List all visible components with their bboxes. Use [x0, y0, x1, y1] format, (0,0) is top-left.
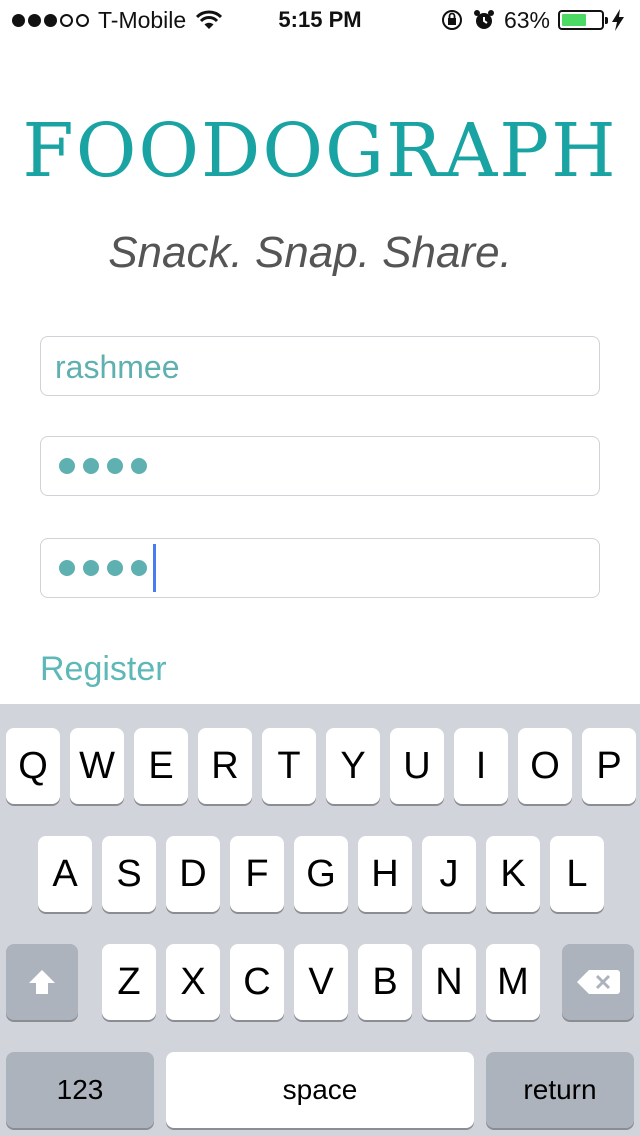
key-m[interactable]: M	[486, 944, 540, 1020]
key-n[interactable]: N	[422, 944, 476, 1020]
key-g[interactable]: G	[294, 836, 348, 912]
key-y[interactable]: Y	[326, 728, 380, 804]
app-logo: FOODOGRAPH	[22, 108, 618, 194]
battery-fill	[562, 14, 586, 26]
key-i[interactable]: I	[454, 728, 508, 804]
app-tagline: Snack. Snap. Share.	[108, 228, 512, 277]
backspace-icon	[577, 970, 620, 994]
shift-icon	[29, 970, 55, 994]
password-dot	[107, 560, 123, 576]
password-dot	[131, 560, 147, 576]
numbers-key[interactable]: 123	[6, 1052, 154, 1128]
rotation-lock-icon	[441, 10, 462, 30]
key-r[interactable]: R	[198, 728, 252, 804]
key-a[interactable]: A	[38, 836, 92, 912]
password-dot	[59, 560, 75, 576]
password-dot	[59, 458, 75, 474]
delete-key[interactable]	[562, 944, 634, 1020]
password-dot	[107, 458, 123, 474]
key-v[interactable]: V	[294, 944, 348, 1020]
confirm-password-dots	[59, 539, 156, 597]
key-t[interactable]: T	[262, 728, 316, 804]
shift-key[interactable]	[6, 944, 78, 1020]
password-dot	[131, 458, 147, 474]
alarm-icon	[473, 10, 494, 29]
username-value: rashmee	[55, 349, 180, 385]
key-l[interactable]: L	[550, 836, 604, 912]
battery-percent: 63%	[503, 6, 550, 33]
space-key[interactable]: space	[166, 1052, 474, 1128]
username-field[interactable]: rashmee	[40, 336, 600, 396]
key-e[interactable]: E	[134, 728, 188, 804]
status-bar: T-Mobile 5:15 PM 63%	[0, 0, 640, 40]
key-u[interactable]: U	[390, 728, 444, 804]
key-c[interactable]: C	[230, 944, 284, 1020]
password-field[interactable]	[40, 436, 600, 496]
battery-nub	[605, 17, 608, 24]
confirm-password-field[interactable]	[40, 538, 600, 598]
key-k[interactable]: K	[486, 836, 540, 912]
register-link[interactable]: Register	[40, 650, 167, 689]
keyboard: 123 space return QWERTYUIOP ASDFGHJKL ZXCV…	[0, 704, 640, 1136]
charging-bolt-icon	[612, 9, 624, 31]
key-h[interactable]: H	[358, 836, 412, 912]
key-s[interactable]: S	[102, 836, 156, 912]
key-p[interactable]: P	[582, 728, 636, 804]
key-x[interactable]: X	[166, 944, 220, 1020]
password-dot	[83, 560, 99, 576]
key-d[interactable]: D	[166, 836, 220, 912]
status-right: 63%	[440, 6, 632, 34]
key-b[interactable]: B	[358, 944, 412, 1020]
key-w[interactable]: W	[70, 728, 124, 804]
key-q[interactable]: Q	[6, 728, 60, 804]
key-f[interactable]: F	[230, 836, 284, 912]
text-cursor	[153, 544, 156, 592]
battery-icon	[558, 10, 608, 30]
password-dot	[83, 458, 99, 474]
key-z[interactable]: Z	[102, 944, 156, 1020]
password-dots	[59, 437, 155, 495]
return-key[interactable]: return	[486, 1052, 634, 1128]
key-j[interactable]: J	[422, 836, 476, 912]
key-o[interactable]: O	[518, 728, 572, 804]
